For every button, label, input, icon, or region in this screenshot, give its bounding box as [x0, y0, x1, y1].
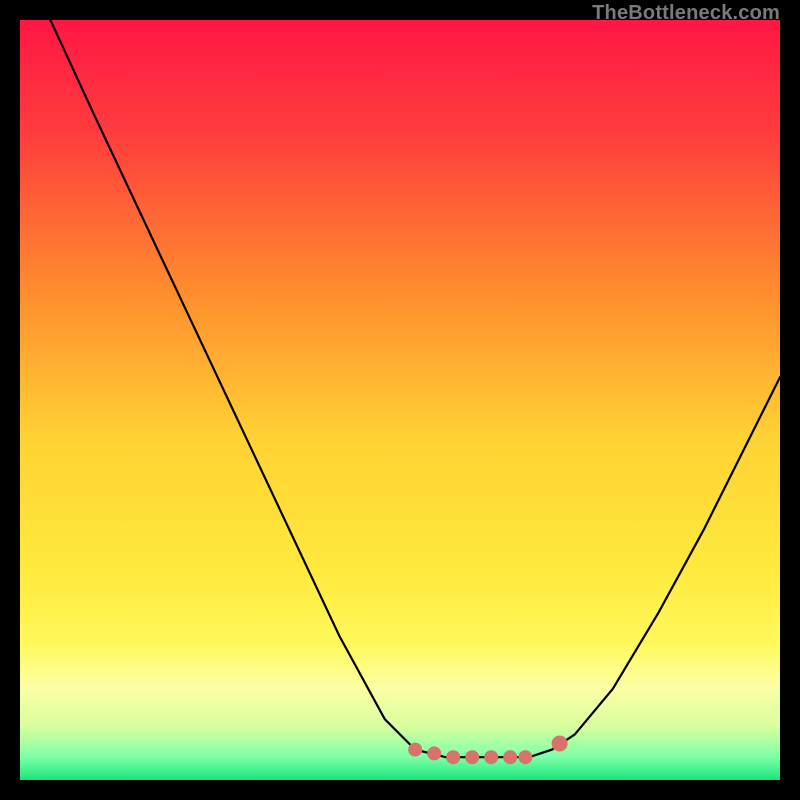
marker-dot: [518, 750, 532, 764]
marker-dot: [408, 743, 422, 757]
marker-dot: [552, 736, 568, 752]
chart-background: [20, 20, 780, 780]
watermark-text: TheBottleneck.com: [592, 2, 780, 25]
marker-dot: [465, 750, 479, 764]
chart-svg: [20, 20, 780, 780]
marker-dot: [427, 746, 441, 760]
marker-dot: [446, 750, 460, 764]
chart-area: [20, 20, 780, 780]
marker-dot: [503, 750, 517, 764]
marker-dot: [484, 750, 498, 764]
